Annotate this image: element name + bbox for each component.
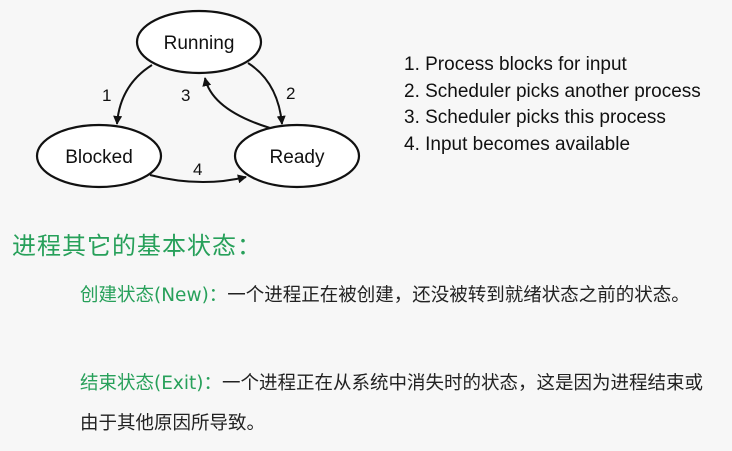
- node-ready: Ready: [233, 123, 361, 189]
- edge-1-arrow: [113, 64, 153, 125]
- paragraph-new-state: 创建状态(New)：一个进程正在被创建，还没被转到就绪状态之前的状态。: [80, 276, 720, 316]
- edge-1-label: 1: [102, 86, 111, 105]
- definition-new: 一个进程正在被创建，还没被转到就绪状态之前的状态。: [227, 285, 690, 306]
- term-new: 创建状态(New)：: [80, 285, 228, 306]
- process-state-diagram: Running Blocked Ready 1 2 3 4: [35, 9, 361, 189]
- node-ready-label: Ready: [270, 147, 325, 168]
- edge-3-arrow: [202, 77, 271, 129]
- paragraph-exit-state: 结束状态(Exit)：一个进程正在从系统中消失时的状态，这是因为进程结束或由于其…: [80, 364, 720, 444]
- node-blocked-label: Blocked: [65, 147, 133, 168]
- section-heading: 进程其它的基本状态：: [12, 232, 262, 260]
- edge-4-label: 4: [193, 160, 202, 179]
- legend-item: 3. Scheduler picks this process: [404, 107, 666, 128]
- node-running: Running: [135, 9, 263, 75]
- edge-3-label: 3: [181, 86, 190, 105]
- legend-item: 4. Input becomes available: [404, 133, 631, 155]
- node-running-label: Running: [164, 33, 235, 54]
- term-exit: 结束状态(Exit)：: [80, 373, 222, 394]
- edge-2-arrow: [247, 62, 286, 125]
- transition-legend: 1. Process blocks for input 2. Scheduler…: [404, 52, 701, 158]
- legend-item: 1. Process blocks for input: [404, 54, 627, 75]
- edge-2-label: 2: [286, 84, 295, 103]
- node-blocked: Blocked: [35, 123, 163, 189]
- legend-item: 2. Scheduler picks another process: [404, 80, 701, 102]
